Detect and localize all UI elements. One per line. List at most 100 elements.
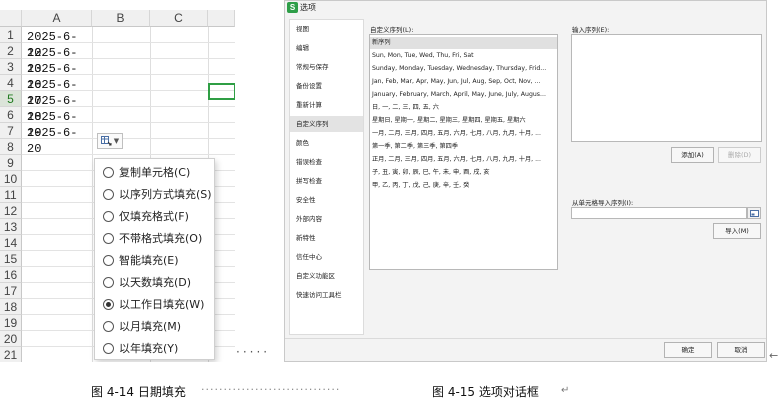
import-button[interactable]: 导入(M) [713, 223, 761, 239]
row-header[interactable]: 5 [0, 91, 22, 107]
radio-button-selected[interactable] [103, 298, 114, 310]
nav-item-security[interactable]: 安全性 [290, 192, 363, 208]
autofill-options-button[interactable]: ▼ [97, 133, 123, 149]
row-header[interactable]: 11 [0, 187, 22, 203]
custom-list-item[interactable]: 一月, 二月, 三月, 四月, 五月, 六月, 七月, 八月, 九月, 十月, … [370, 128, 557, 140]
row-header[interactable]: 13 [0, 219, 22, 235]
column-header-b[interactable]: B [92, 10, 150, 27]
custom-list-item[interactable]: Sun, Mon, Tue, Wed, Thu, Fri, Sat [370, 50, 557, 62]
column-header-c[interactable]: C [150, 10, 208, 27]
row-header[interactable]: 20 [0, 331, 22, 347]
nav-item-custom-lists[interactable]: 自定义序列 [290, 116, 363, 132]
row-header[interactable]: 19 [0, 315, 22, 331]
date-cell[interactable]: 2025-6-13 [27, 45, 91, 76]
custom-list-item[interactable]: Jan, Feb, Mar, Apr, May, Jun, Jul, Aug, … [370, 76, 557, 88]
row-header[interactable]: 8 [0, 139, 22, 155]
date-cell[interactable]: 2025-6-20 [27, 125, 91, 156]
date-cell[interactable]: 2025-6-12 [27, 29, 91, 60]
menu-item-fill-months[interactable]: 以月填充(M) [95, 315, 214, 337]
custom-list-item[interactable]: January, February, March, April, May, Ju… [370, 89, 557, 101]
row-header[interactable]: 6 [0, 107, 22, 123]
list-entries-textarea[interactable] [571, 34, 762, 142]
row-header[interactable]: 18 [0, 299, 22, 315]
selected-cell[interactable] [208, 83, 235, 100]
nav-item-external-content[interactable]: 外部内容 [290, 211, 363, 227]
column-header-a[interactable]: A [22, 10, 92, 27]
radio-button[interactable] [103, 276, 114, 288]
radio-button[interactable] [103, 254, 114, 266]
custom-lists-box[interactable]: 新序列 Sun, Mon, Tue, Wed, Thu, Fri, Sat Su… [369, 34, 558, 270]
custom-list-item[interactable]: 星期日, 星期一, 星期二, 星期三, 星期四, 星期五, 星期六 [370, 115, 557, 127]
row-header[interactable]: 16 [0, 267, 22, 283]
date-cell[interactable]: 2025-6-16 [27, 61, 91, 92]
custom-list-item[interactable]: 第一季, 第二季, 第三季, 第四季 [370, 141, 557, 153]
select-all-corner[interactable] [0, 10, 22, 27]
import-range-input[interactable] [571, 207, 747, 219]
title-bar[interactable]: S 选项 [285, 1, 766, 15]
nav-item-view[interactable]: 视图 [290, 21, 363, 37]
menu-item-fill-without-formatting[interactable]: 不带格式填充(O) [95, 227, 214, 249]
menu-item-label: 不带格式填充(O) [119, 232, 203, 245]
date-cell[interactable]: 2025-6-17 [27, 77, 91, 108]
menu-item-fill-days[interactable]: 以天数填充(D) [95, 271, 214, 293]
row-header[interactable]: 1 [0, 27, 22, 43]
row-header[interactable]: 3 [0, 59, 22, 75]
row-header[interactable]: 4 [0, 75, 22, 91]
nav-item-general-save[interactable]: 常规与保存 [290, 59, 363, 75]
row-header[interactable]: 21 [0, 347, 22, 362]
nav-item-spell-check[interactable]: 拼写检查 [290, 173, 363, 189]
custom-list-item[interactable]: Sunday, Monday, Tuesday, Wednesday, Thur… [370, 63, 557, 75]
cancel-button[interactable]: 取消 [717, 342, 765, 358]
row-header[interactable]: 15 [0, 251, 22, 267]
chevron-down-icon: ▼ [113, 136, 120, 145]
column-header-d[interactable] [208, 10, 235, 27]
paragraph-mark-icon: ↵ [561, 385, 570, 396]
menu-item-flash-fill[interactable]: 智能填充(E) [95, 249, 214, 271]
radio-button[interactable] [103, 210, 114, 222]
nav-item-quick-access-toolbar[interactable]: 快速访问工具栏 [290, 287, 363, 303]
row-header[interactable]: 12 [0, 203, 22, 219]
menu-item-fill-weekdays[interactable]: 以工作日填充(W) [95, 293, 214, 315]
ok-button[interactable]: 确定 [664, 342, 712, 358]
nav-item-color[interactable]: 颜色 [290, 135, 363, 151]
row-header[interactable]: 14 [0, 235, 22, 251]
custom-list-item[interactable]: 甲, 乙, 丙, 丁, 戊, 己, 庚, 辛, 壬, 癸 [370, 180, 557, 192]
menu-item-label: 以月填充(M) [119, 320, 182, 333]
custom-list-item[interactable]: 日, 一, 二, 三, 四, 五, 六 [370, 102, 557, 114]
input-list-label: 输入序列(E): [572, 26, 610, 34]
dotted-leader: ······························· [201, 383, 341, 396]
date-cell[interactable]: 2025-6-18 [27, 93, 91, 124]
row-header[interactable]: 9 [0, 155, 22, 171]
delete-button[interactable]: 删除(D) [718, 147, 761, 163]
custom-lists-label: 自定义序列(L): [370, 26, 414, 34]
nav-item-trust-center[interactable]: 信任中心 [290, 249, 363, 265]
radio-button[interactable] [103, 232, 114, 244]
menu-item-fill-years[interactable]: 以年填充(Y) [95, 337, 214, 359]
custom-list-item[interactable]: 新序列 [370, 37, 557, 49]
nav-item-recalculate[interactable]: 重新计算 [290, 97, 363, 113]
app-logo-icon: S [287, 2, 298, 13]
nav-item-error-checking[interactable]: 错误检查 [290, 154, 363, 170]
custom-list-item[interactable]: 正月, 二月, 三月, 四月, 五月, 六月, 七月, 八月, 九月, 十月, … [370, 154, 557, 166]
radio-button[interactable] [103, 342, 114, 354]
nav-item-new-features[interactable]: 新特性 [290, 230, 363, 246]
add-button[interactable]: 添加(A) [671, 147, 714, 163]
date-cell[interactable]: 2025-6-19 [27, 109, 91, 140]
radio-button[interactable] [103, 166, 114, 178]
menu-item-copy-cells[interactable]: 复制单元格(C) [95, 161, 214, 183]
nav-item-customize-ribbon[interactable]: 自定义功能区 [290, 268, 363, 284]
row-header[interactable]: 7 [0, 123, 22, 139]
menu-item-label: 智能填充(E) [119, 254, 179, 267]
options-dialog: S 选项 视图 编辑 常规与保存 备份设置 重新计算 自定义序列 颜色 错误检查… [284, 0, 767, 362]
radio-button[interactable] [103, 188, 114, 200]
custom-list-item[interactable]: 子, 丑, 寅, 卯, 辰, 巳, 午, 未, 申, 酉, 戌, 亥 [370, 167, 557, 179]
nav-item-backup[interactable]: 备份设置 [290, 78, 363, 94]
row-header[interactable]: 2 [0, 43, 22, 59]
row-header[interactable]: 10 [0, 171, 22, 187]
nav-item-edit[interactable]: 编辑 [290, 40, 363, 56]
radio-button[interactable] [103, 320, 114, 332]
menu-item-fill-formatting-only[interactable]: 仅填充格式(F) [95, 205, 214, 227]
menu-item-fill-series[interactable]: 以序列方式填充(S) [95, 183, 214, 205]
range-picker-button[interactable] [747, 207, 761, 219]
row-header[interactable]: 17 [0, 283, 22, 299]
